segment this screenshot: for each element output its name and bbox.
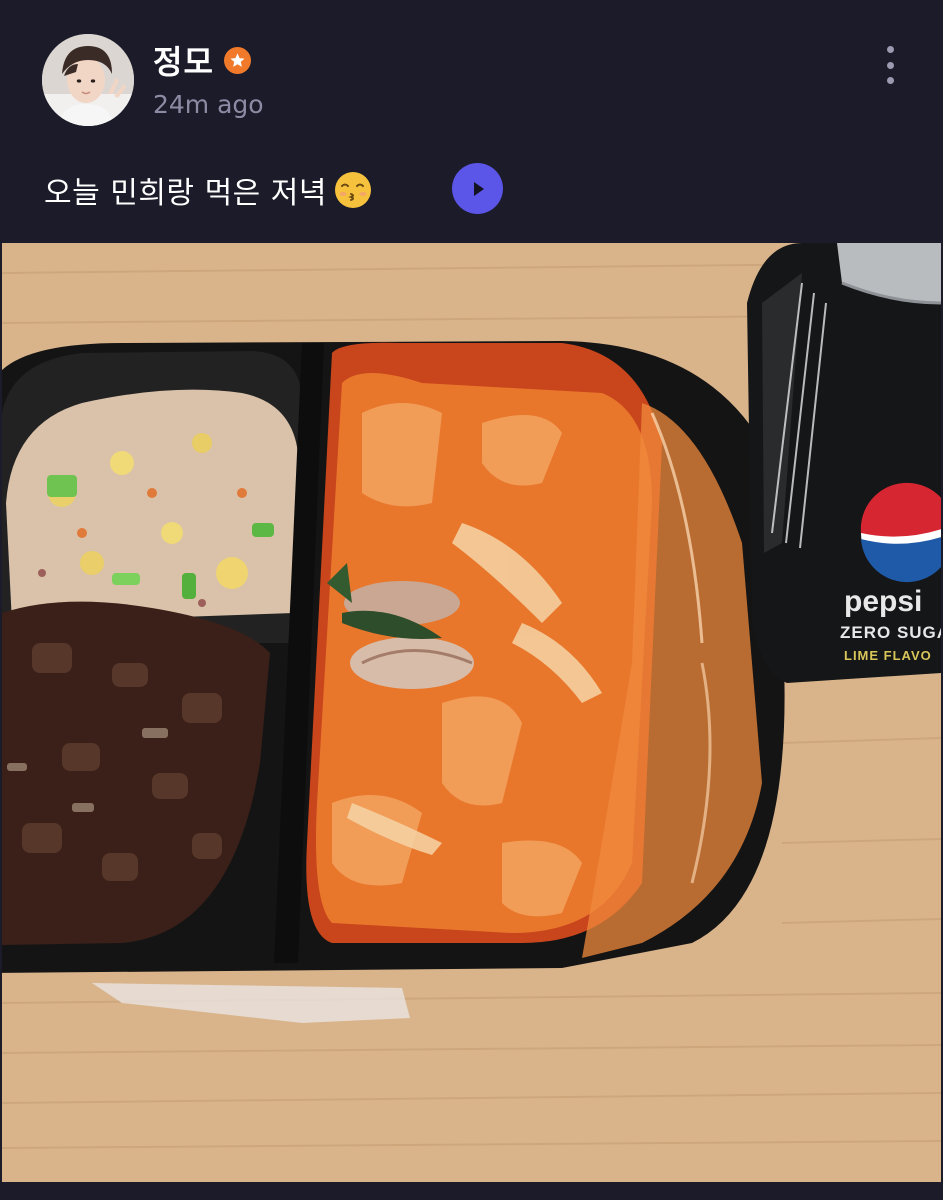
kissing-face-emoji-icon bbox=[335, 172, 372, 208]
can-brand-text: pepsi bbox=[844, 585, 922, 618]
avatar-image bbox=[42, 34, 134, 126]
more-dots-icon bbox=[886, 46, 894, 53]
post-caption: 오늘 민희랑 먹은 저녁 bbox=[44, 165, 373, 215]
author-name[interactable]: 정모 bbox=[153, 37, 214, 83]
author-row: 정모 bbox=[153, 38, 251, 82]
post-timestamp: 24m ago bbox=[153, 90, 264, 119]
post-photo[interactable]: pepsi ZERO SUGA LIME FLAVO bbox=[2, 243, 941, 1182]
more-options-button[interactable] bbox=[872, 42, 908, 88]
translate-play-button[interactable] bbox=[452, 163, 503, 214]
food-photo: pepsi ZERO SUGA LIME FLAVO bbox=[2, 243, 941, 1182]
caption-text: 오늘 민희랑 먹은 저녁 bbox=[44, 176, 328, 211]
can-line2-text: LIME FLAVO bbox=[844, 648, 932, 663]
can-line1-text: ZERO SUGA bbox=[840, 623, 941, 642]
post-header: 정모 24m ago 오늘 민희랑 먹은 저녁 bbox=[0, 0, 943, 240]
star-badge-icon bbox=[223, 46, 251, 74]
avatar[interactable] bbox=[42, 34, 134, 126]
play-icon bbox=[473, 181, 484, 196]
post-card: 정모 24m ago 오늘 민희랑 먹은 저녁 pepsi ZERO SUGA … bbox=[0, 0, 943, 1200]
